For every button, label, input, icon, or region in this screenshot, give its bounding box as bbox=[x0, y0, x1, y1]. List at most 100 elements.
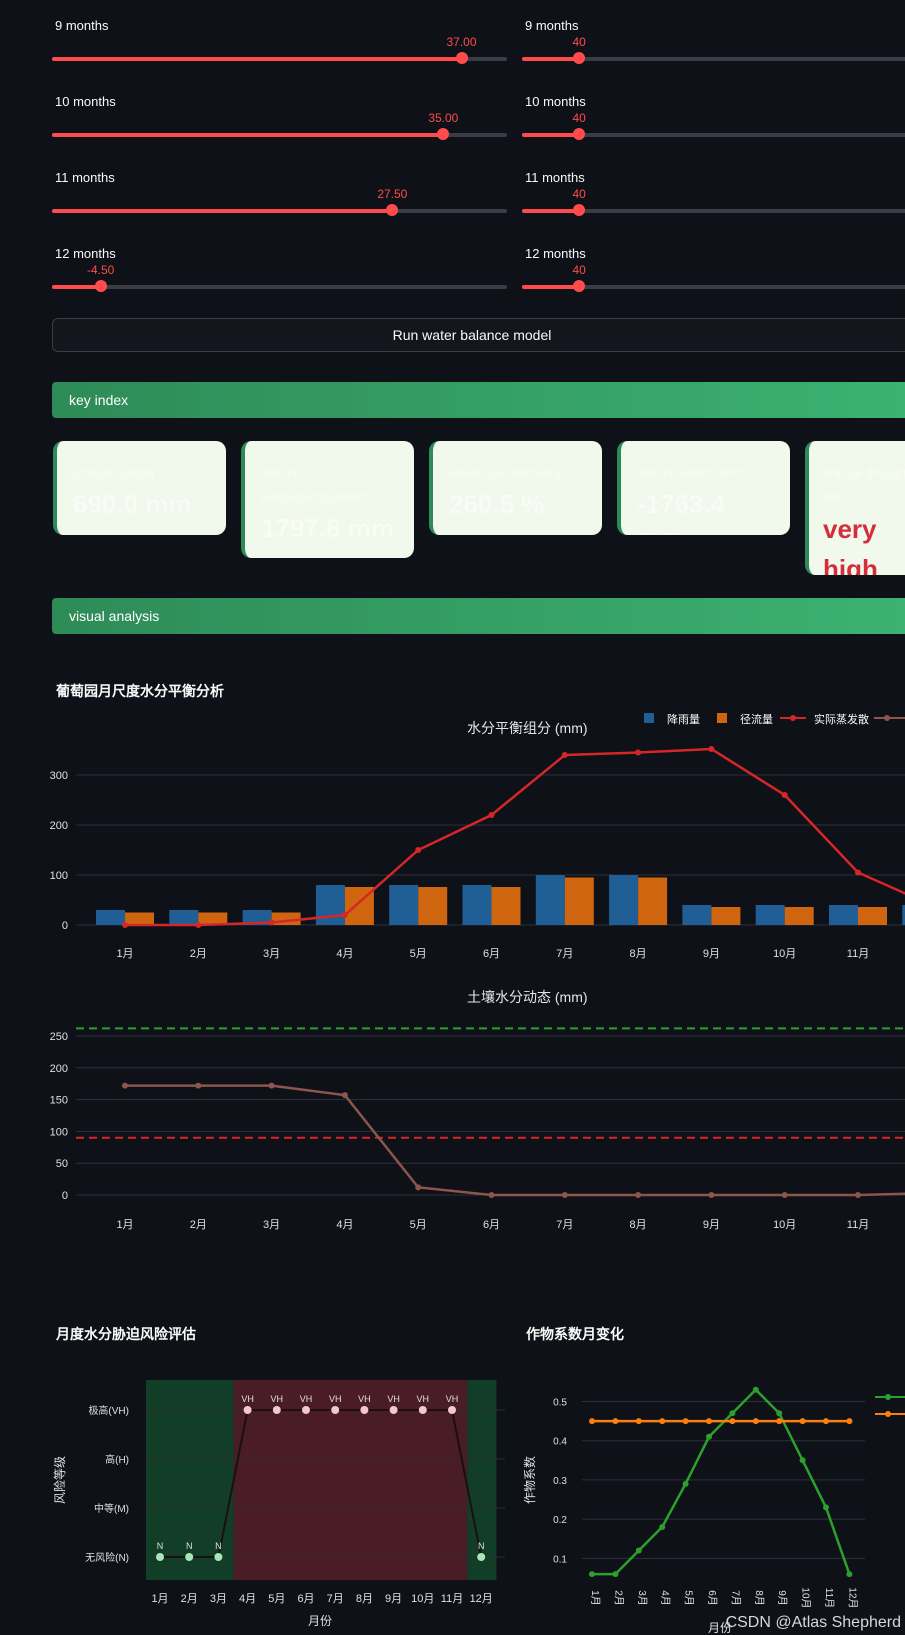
slider-thumb[interactable] bbox=[386, 204, 399, 216]
x-tick-label: 6月 bbox=[483, 1219, 500, 1230]
risk-point bbox=[448, 1406, 456, 1414]
risk-point-label: VH bbox=[329, 1394, 342, 1404]
soil-moisture-point bbox=[195, 1082, 202, 1089]
risk-chart: 无风险(N) 中等(M) 高(H) 极高(VH) N N N VH VH VH VH VH VH VH VH… bbox=[52, 1380, 505, 1628]
slider-label-right: 10 months bbox=[525, 94, 586, 109]
slider-thumb[interactable] bbox=[573, 280, 586, 292]
run-model-button[interactable]: Run water balance model bbox=[52, 318, 905, 352]
x-tick-label: 3月 bbox=[263, 948, 280, 960]
risk-point bbox=[272, 1406, 281, 1414]
slider-thumb[interactable] bbox=[455, 52, 468, 64]
x-tick-label: 8月 bbox=[630, 1219, 647, 1230]
y-tick-label: 150 bbox=[50, 1095, 68, 1107]
x-tick-label: 4月 bbox=[336, 1219, 353, 1230]
risk-point bbox=[302, 1406, 310, 1414]
water-balance-chart: 01002003001月2月3月4月5月6月7月8月9月10月11月12月050… bbox=[50, 746, 905, 1230]
slider-fill bbox=[522, 133, 580, 137]
card-water-deficit: annual water deficit -1763.4 mm bbox=[617, 441, 790, 535]
bar-runoff bbox=[711, 907, 741, 925]
risk-point-label: VH bbox=[300, 1394, 313, 1404]
et-point bbox=[855, 869, 861, 876]
card-water-use-efficiency: water use efficiency 260.5 % bbox=[429, 441, 602, 535]
soil-moisture-line bbox=[125, 1084, 905, 1197]
risk-point bbox=[185, 1553, 194, 1561]
card-label: water use efficiency bbox=[449, 465, 563, 480]
card-drought-risk: annual drought risk very high risk bbox=[805, 441, 905, 575]
card-value: 1797.6 mm bbox=[261, 513, 394, 543]
main-chart-title: 葡萄园月尺度水分平衡分析 bbox=[56, 683, 224, 699]
y-tick-label: 0.1 bbox=[553, 1554, 567, 1565]
y-tick-label: 高(H) bbox=[105, 1453, 129, 1466]
watermark: CSDN @Atlas Shepherd bbox=[725, 1614, 901, 1631]
et-point bbox=[708, 746, 715, 752]
slider-thumb[interactable] bbox=[573, 204, 586, 216]
x-tick-label: 1月 bbox=[116, 1219, 133, 1230]
bar-rain bbox=[462, 885, 492, 925]
y-tick-label: 中等(M) bbox=[94, 1502, 129, 1515]
slider-right[interactable]: 40 bbox=[522, 263, 905, 292]
slider-right[interactable]: 40 bbox=[522, 111, 905, 140]
x-tick-label: 7月 bbox=[556, 948, 573, 960]
slider-right[interactable]: 40 bbox=[522, 35, 905, 64]
kc-point bbox=[612, 1418, 619, 1425]
legend-swatch-runoff bbox=[717, 713, 727, 723]
et-point bbox=[341, 912, 348, 918]
soil-moisture-point bbox=[635, 1192, 642, 1198]
soil-moisture-point bbox=[781, 1192, 788, 1198]
slider-left[interactable]: 27.50 bbox=[52, 187, 507, 216]
soil-moisture-point bbox=[855, 1192, 861, 1198]
kc-point bbox=[799, 1418, 806, 1425]
bar-runoff bbox=[491, 887, 521, 925]
x-tick-label: 9月 bbox=[776, 1590, 788, 1606]
slider-fill bbox=[522, 285, 580, 289]
x-tick-label: 1月 bbox=[116, 948, 133, 960]
slider-fill bbox=[52, 133, 444, 137]
card-label: annual rainfall bbox=[73, 465, 154, 480]
legend-marker-kc-ref bbox=[885, 1411, 891, 1417]
bar-runoff bbox=[418, 887, 448, 925]
y-tick-label: 极高(VH) bbox=[88, 1404, 129, 1417]
x-tick-label: 4月 bbox=[659, 1590, 671, 1606]
slider-thumb[interactable] bbox=[437, 128, 450, 140]
slider-value: 40 bbox=[572, 111, 586, 125]
y-tick-label: 50 bbox=[56, 1158, 68, 1170]
kc-chart: 0.1 0.2 0.3 0.4 0.5 1月 2月 3月 4月 5月 6月 7月 8月 9月 10月 11月 1… bbox=[522, 1386, 905, 1635]
kc-line bbox=[592, 1387, 851, 1576]
kc-point bbox=[682, 1418, 689, 1425]
risk-point-label: N bbox=[186, 1541, 193, 1551]
slider-left[interactable]: -4.50 bbox=[52, 263, 507, 292]
x-tick-label: 2月 bbox=[612, 1590, 624, 1606]
y-tick-label: 0 bbox=[62, 1190, 68, 1202]
y-tick-label: 200 bbox=[50, 1063, 68, 1075]
risk-point bbox=[156, 1553, 164, 1561]
x-tick-label: 8月 bbox=[356, 1593, 373, 1605]
bar-rain bbox=[315, 885, 345, 925]
x-tick-label: 10月 bbox=[773, 948, 796, 960]
slider-right[interactable]: 40 bbox=[522, 187, 905, 216]
kc-point bbox=[706, 1433, 712, 1440]
bar-rain bbox=[389, 885, 419, 925]
slider-thumb[interactable] bbox=[573, 128, 586, 140]
slider-left[interactable]: 37.00 bbox=[52, 35, 507, 64]
et-point bbox=[195, 922, 202, 928]
slider-thumb[interactable] bbox=[573, 52, 586, 64]
et-point bbox=[415, 847, 422, 853]
water-balance-title: 水分平衡组分 (mm) bbox=[467, 720, 588, 736]
slider-label-right: 11 months bbox=[525, 170, 585, 185]
slider-value: 27.50 bbox=[377, 187, 408, 201]
card-value: -1763.4 mm bbox=[637, 489, 726, 535]
x-tick-label: 12月 bbox=[470, 1593, 493, 1605]
et-point bbox=[561, 752, 568, 758]
y-tick-label: 无风险(N) bbox=[85, 1551, 129, 1564]
slider-value: 35.00 bbox=[428, 111, 459, 125]
slider-left[interactable]: 35.00 bbox=[52, 111, 507, 140]
x-tick-label: 4月 bbox=[239, 1593, 256, 1605]
kc-point bbox=[612, 1571, 619, 1578]
x-tick-label: 8月 bbox=[630, 948, 647, 960]
slider-thumb[interactable] bbox=[94, 280, 107, 292]
x-tick-label: 1月 bbox=[589, 1590, 601, 1606]
bar-runoff bbox=[638, 877, 668, 925]
bar-rain bbox=[755, 905, 785, 925]
et-point bbox=[635, 749, 642, 756]
bar-rain bbox=[829, 905, 858, 925]
